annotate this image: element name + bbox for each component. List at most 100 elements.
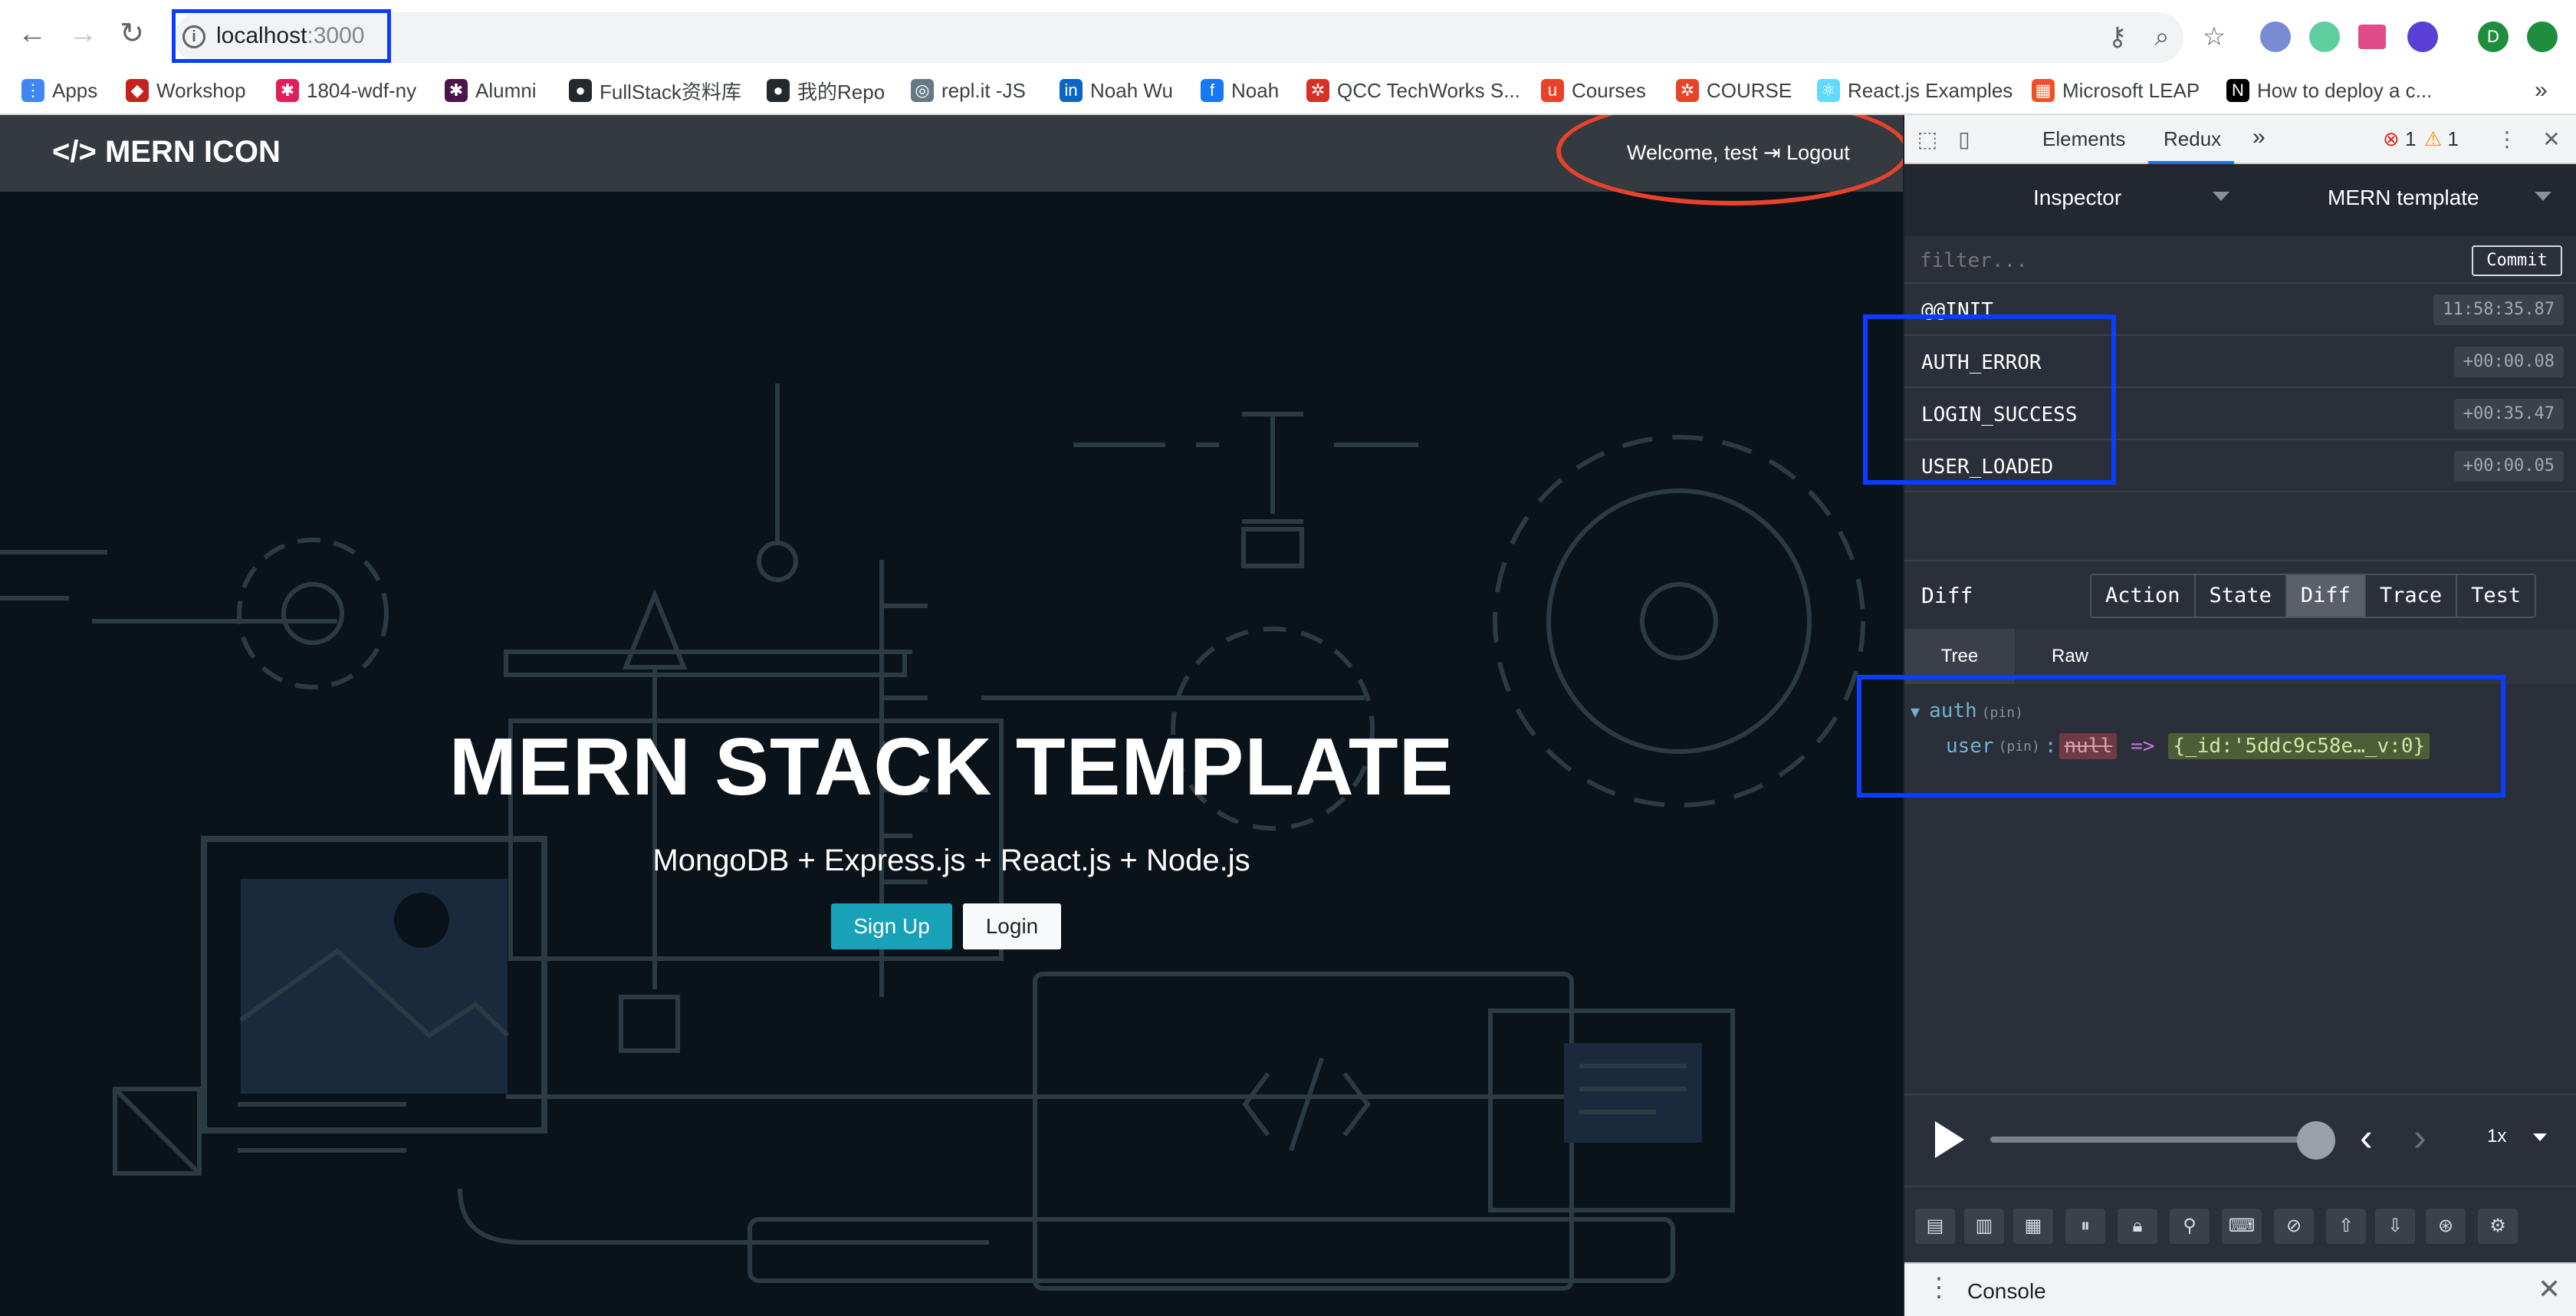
tab-trace[interactable]: Trace: [2365, 575, 2458, 617]
key-icon[interactable]: ⚷: [2102, 23, 2133, 51]
time-travel-slider: ‹ › 1x: [1904, 1094, 2576, 1179]
warning-icon[interactable]: ⚠ 1: [2424, 127, 2459, 151]
close-icon[interactable]: ✕: [2538, 1273, 2561, 1305]
kebab-menu-icon[interactable]: ⋮: [1926, 1275, 1952, 1301]
tab-action[interactable]: Action: [2091, 575, 2196, 617]
react-icon: ⚛: [1817, 79, 1840, 102]
bookmark-item[interactable]: N How to deploy a c...: [2226, 72, 2432, 109]
action-time: +00:35.47: [2453, 399, 2564, 429]
warning-count: 1: [2447, 127, 2459, 150]
forward-arrow-icon[interactable]: →: [66, 17, 100, 51]
chevron-down-icon[interactable]: [2533, 1133, 2547, 1141]
diff-header: Diff Action State Diff Trace Test: [1904, 560, 2576, 629]
github-icon: ●: [569, 79, 592, 102]
extension-icon[interactable]: [2260, 21, 2291, 52]
error-icon[interactable]: ⊗ 1: [2383, 127, 2416, 151]
bookmark-item[interactable]: ⋮ Apps: [21, 72, 97, 109]
extension-icon[interactable]: [2358, 25, 2386, 49]
tab-diff[interactable]: Diff: [2286, 575, 2366, 617]
dock-right-icon[interactable]: ▥: [1964, 1209, 2004, 1244]
filter-input[interactable]: [1920, 245, 2426, 276]
pin-icon[interactable]: ⚲: [2170, 1209, 2210, 1244]
login-button[interactable]: Login: [963, 903, 1061, 949]
bookmark-item[interactable]: ◆ Workshop: [126, 72, 246, 109]
action-list: @@INIT 11:58:35.87 AUTH_ERROR +00:00.08 …: [1863, 284, 2576, 514]
tab-elements[interactable]: Elements: [2042, 127, 2125, 151]
slider-thumb[interactable]: [2297, 1121, 2335, 1160]
more-tabs-icon[interactable]: »: [2252, 124, 2266, 150]
back-arrow-icon[interactable]: ←: [15, 17, 49, 51]
bookmark-item[interactable]: ● 我的Repo: [767, 72, 885, 109]
playback-speed[interactable]: 1x: [2487, 1126, 2506, 1147]
next-icon[interactable]: ›: [2413, 1115, 2426, 1160]
bookmark-item[interactable]: in Noah Wu: [1060, 72, 1173, 109]
gear-icon[interactable]: ⚙: [2478, 1209, 2518, 1244]
export-icon[interactable]: ⇧: [2326, 1209, 2366, 1244]
bookmark-label: Alumni: [475, 78, 537, 102]
course-icon: ✲: [1676, 79, 1699, 102]
tab-redux[interactable]: Redux: [2164, 127, 2221, 151]
slack-icon: ✱: [445, 79, 468, 102]
notion-icon: N: [2226, 79, 2249, 102]
chevron-down-icon[interactable]: [2535, 192, 2551, 201]
profile-avatar[interactable]: D: [2478, 21, 2509, 52]
play-icon[interactable]: [1935, 1121, 1964, 1158]
update-icon[interactable]: [2527, 21, 2558, 52]
console-tab[interactable]: Console: [1967, 1279, 2046, 1304]
star-icon[interactable]: ☆: [2199, 23, 2229, 51]
address-bar[interactable]: [175, 12, 2183, 63]
bookmark-label: repl.it -JS: [941, 78, 1026, 102]
microsoft-icon: ▦: [2032, 79, 2055, 102]
remote-icon[interactable]: ⊛: [2426, 1209, 2466, 1244]
redux-devtools-icon[interactable]: [2407, 21, 2438, 52]
courses-icon: u: [1541, 79, 1564, 102]
dock-bottom-icon[interactable]: ▦: [2013, 1209, 2053, 1244]
browser-toolbar: ← → ↻ i localhost:3000 ⚷ ⌕ ☆ D: [0, 0, 2576, 66]
web-page: </> MERN ICON Welcome, test ⇥ Logout MER…: [0, 115, 1903, 1316]
zoom-icon[interactable]: ⌕: [2147, 23, 2177, 51]
persist-icon[interactable]: ⊘: [2274, 1209, 2314, 1244]
kebab-menu-icon[interactable]: ⋮: [2493, 126, 2521, 153]
bookmark-item[interactable]: ◎ repl.it -JS: [911, 72, 1026, 109]
github-icon: ●: [767, 79, 790, 102]
view-tab-group: Action State Diff Trace Test: [2090, 574, 2537, 618]
devtools-tabbar: ⬚ ▯ Elements Redux » ⊗ 1 ⚠ 1 ⋮ ✕: [1904, 115, 2576, 164]
bookmark-label: Microsoft LEAP: [2062, 78, 2200, 102]
tab-state[interactable]: State: [2195, 575, 2287, 617]
monitor-bar: Inspector MERN template: [1904, 164, 2576, 236]
store-select[interactable]: MERN template: [2328, 186, 2479, 210]
bookmark-item[interactable]: u Courses: [1541, 72, 1646, 109]
bookmark-item[interactable]: ● FullStack资料库: [569, 72, 741, 109]
slider-track[interactable]: [1990, 1137, 2315, 1143]
bookmark-item[interactable]: ▦ Microsoft LEAP: [2032, 72, 2200, 109]
device-toolbar-icon[interactable]: ▯: [1950, 126, 1978, 153]
brand-logo[interactable]: </> MERN ICON: [52, 135, 281, 169]
tab-test[interactable]: Test: [2457, 575, 2535, 617]
bookmark-item[interactable]: ✲ COURSE: [1676, 72, 1792, 109]
action-time: +00:00.08: [2453, 347, 2564, 377]
import-icon[interactable]: ⇩: [2375, 1209, 2415, 1244]
bookmark-item[interactable]: ✱ 1804-wdf-ny: [276, 72, 416, 109]
devtools-button-bar: ▤ ▥ ▦ ⏸ 🔒︎ ⚲ ⌨ ⊘ ⇧ ⇩ ⊛ ⚙: [1904, 1186, 2576, 1262]
reload-icon[interactable]: ↻: [115, 17, 149, 51]
bookmark-label: 我的Repo: [797, 80, 886, 104]
bookmark-item[interactable]: ✱ Alumni: [445, 72, 536, 109]
signup-button[interactable]: Sign Up: [831, 903, 952, 949]
error-count: 1: [2405, 127, 2417, 150]
more-bookmarks-icon[interactable]: »: [2535, 72, 2548, 109]
bookmark-item[interactable]: ✲ QCC TechWorks S...: [1306, 72, 1520, 109]
bookmark-item[interactable]: ⚛ React.js Examples: [1817, 72, 2013, 109]
keyboard-icon[interactable]: ⌨: [2222, 1209, 2262, 1244]
url-highlight-box: [172, 9, 391, 63]
previous-icon[interactable]: ‹: [2360, 1115, 2373, 1160]
pause-icon[interactable]: ⏸: [2065, 1209, 2105, 1244]
bookmark-item[interactable]: f Noah: [1201, 72, 1279, 109]
close-icon[interactable]: ✕: [2538, 126, 2565, 153]
commit-button[interactable]: Commit: [2472, 245, 2562, 276]
dock-left-icon[interactable]: ▤: [1915, 1209, 1955, 1244]
chevron-down-icon[interactable]: [2213, 192, 2229, 201]
extension-icon[interactable]: [2309, 21, 2340, 52]
monitor-select[interactable]: Inspector: [2033, 186, 2121, 210]
inspect-element-icon[interactable]: ⬚: [1914, 126, 1941, 153]
lock-icon[interactable]: 🔒︎: [2118, 1209, 2157, 1244]
